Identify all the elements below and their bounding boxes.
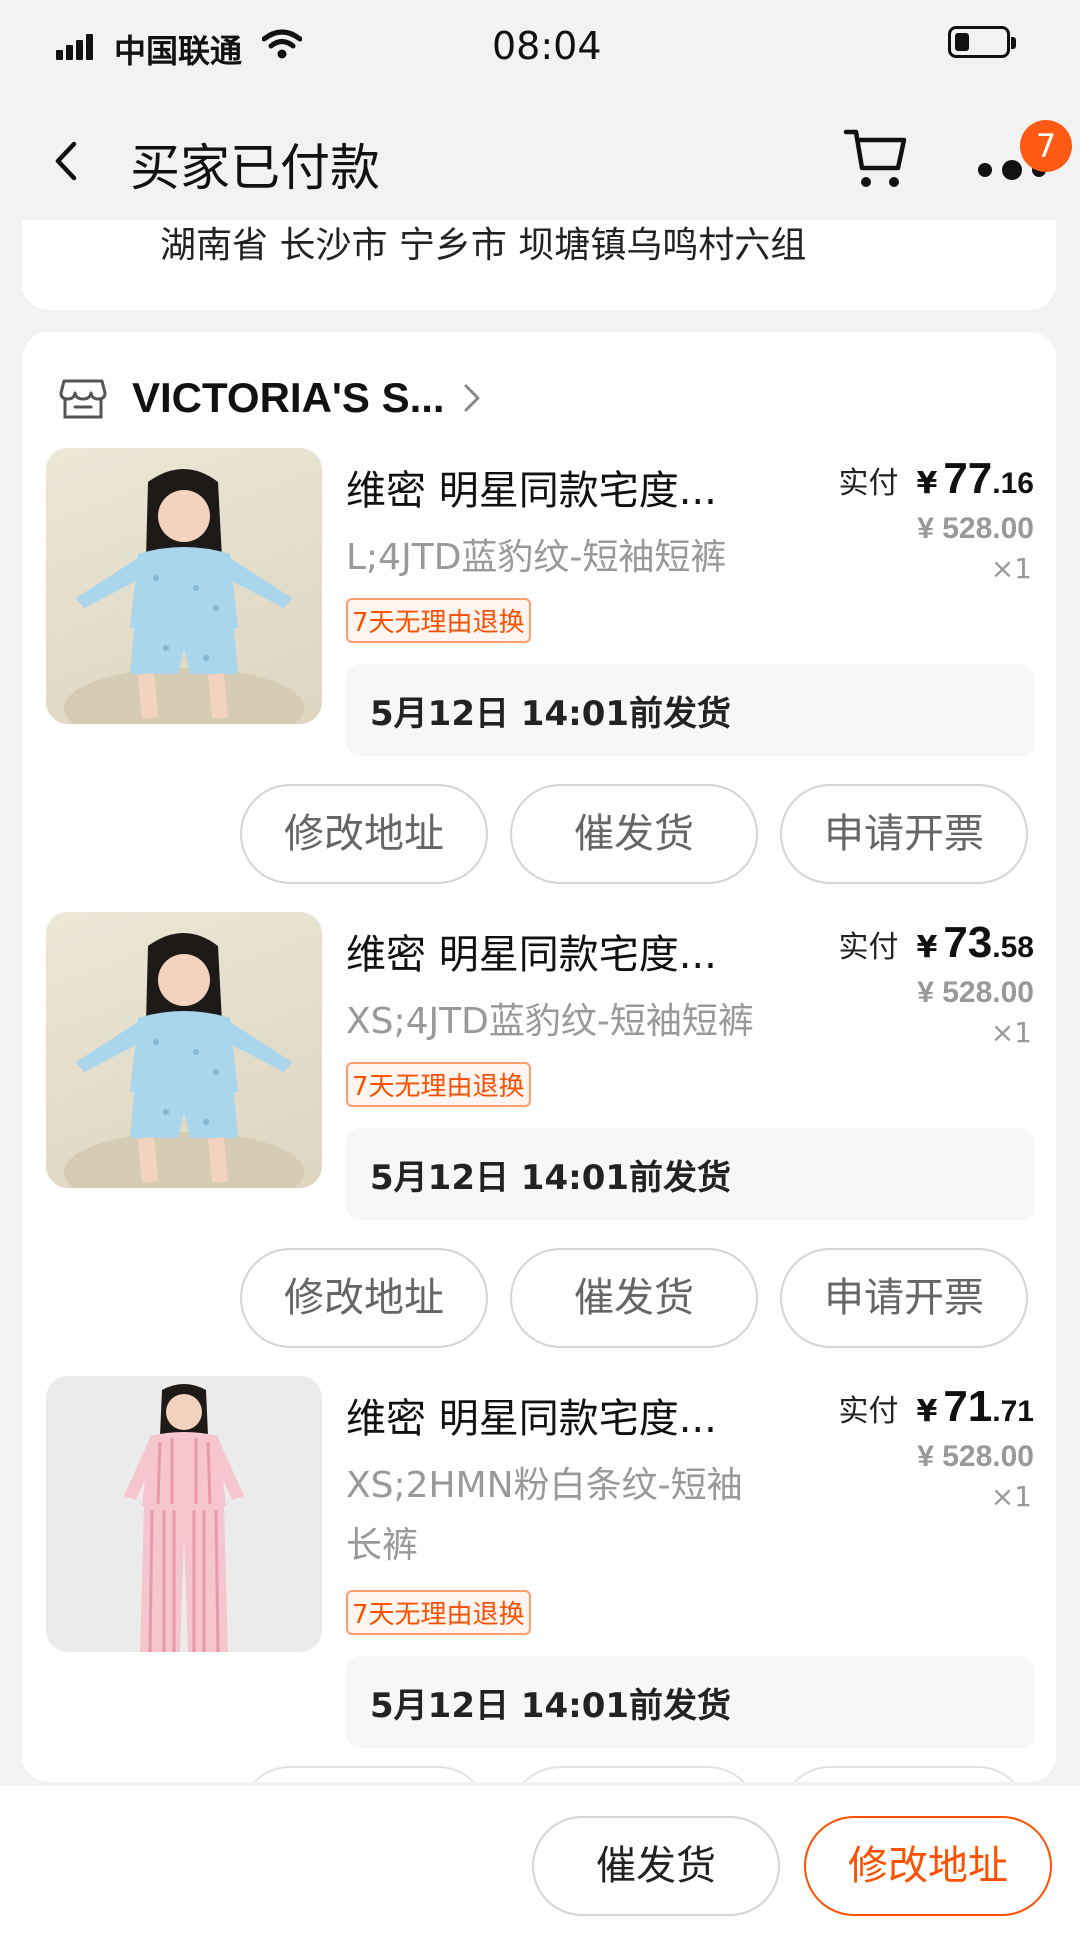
paid-currency: ¥: [916, 930, 938, 965]
product-image[interactable]: [46, 912, 322, 1188]
request-invoice-button[interactable]: 申请开票: [780, 1248, 1028, 1348]
request-invoice-button[interactable]: 申请开票: [780, 784, 1028, 884]
paid-amount-int: 77: [943, 454, 993, 503]
back-arrow-icon[interactable]: [46, 136, 86, 186]
change-address-button[interactable]: [240, 1766, 488, 1782]
shop-icon: [59, 379, 107, 419]
paid-amount-int: 71: [943, 1382, 993, 1431]
item-actions-partial: [240, 1766, 1028, 1782]
return-policy-tag: 7天无理由退换: [346, 1062, 531, 1107]
request-invoice-button[interactable]: [780, 1766, 1028, 1782]
paid-label: 实付: [838, 930, 899, 965]
battery-icon: [948, 26, 1016, 58]
change-address-button[interactable]: 修改地址: [240, 784, 488, 884]
product-sku: XS;4JTD蓝豹纹-短袖短裤: [346, 1001, 754, 1042]
item-actions: 修改地址 催发货 申请开票: [240, 1248, 1028, 1348]
remind-ship-button[interactable]: [510, 1766, 758, 1782]
quantity: ×1: [990, 1480, 1032, 1513]
notification-badge: 7: [1020, 120, 1072, 172]
original-price: ¥ 528.00: [917, 1440, 1034, 1473]
change-address-button[interactable]: 修改地址: [240, 1248, 488, 1348]
paid-amount-dec: .58: [992, 931, 1034, 964]
quantity: ×1: [990, 1016, 1032, 1049]
original-price: ¥ 528.00: [917, 976, 1034, 1009]
item-actions: 修改地址 催发货 申请开票: [240, 784, 1028, 884]
bottom-action-bar: 催发货 修改地址: [0, 1786, 1080, 1944]
nav-bar: 买家已付款 7: [0, 100, 1080, 220]
remind-ship-button[interactable]: 催发货: [510, 1248, 758, 1348]
more-menu-button[interactable]: 7: [970, 120, 1072, 198]
signal-icon: [56, 34, 96, 60]
change-address-button[interactable]: 修改地址: [804, 1816, 1052, 1916]
ship-deadline-text: 5月12日 14:01前发货: [370, 694, 732, 734]
return-policy-tag: 7天无理由退换: [346, 598, 531, 643]
quantity: ×1: [990, 552, 1032, 585]
remind-ship-button[interactable]: 催发货: [532, 1816, 780, 1916]
cart-icon[interactable]: [842, 124, 910, 192]
status-bar: 中国联通 08:04: [0, 0, 1080, 100]
original-price: ¥ 528.00: [917, 512, 1034, 545]
ship-deadline: 5月12日 14:01前发货: [346, 1128, 1034, 1220]
product-sku: L;4JTD蓝豹纹-短袖短裤: [346, 537, 727, 578]
ship-deadline-text: 5月12日 14:01前发货: [370, 1686, 732, 1726]
ship-deadline-text: 5月12日 14:01前发货: [370, 1158, 732, 1198]
product-title[interactable]: 维密 明星同款宅度...: [346, 1386, 717, 1444]
product-title[interactable]: 维密 明星同款宅度...: [346, 922, 717, 980]
order-card: VICTORIA'S S... 维密 明星同款宅度... L;4JTD蓝豹纹-短…: [22, 332, 1056, 1782]
carrier-label: 中国联通: [114, 32, 243, 70]
address-text: 湖南省 长沙市 宁乡市 坝塘镇乌鸣村六组: [160, 225, 807, 266]
paid-label: 实付: [838, 466, 899, 501]
paid-currency: ¥: [916, 466, 938, 501]
paid-label: 实付: [838, 1394, 899, 1429]
shop-header[interactable]: VICTORIA'S S...: [58, 368, 483, 428]
paid-price: 实付 ¥ 73 .58: [838, 918, 1034, 968]
return-policy-tag: 7天无理由退换: [346, 1590, 531, 1635]
wifi-icon: [262, 29, 302, 59]
paid-amount-dec: .71: [992, 1395, 1034, 1428]
product-title[interactable]: 维密 明星同款宅度...: [346, 458, 717, 516]
paid-price: 实付 ¥ 77 .16: [838, 454, 1034, 504]
page-title: 买家已付款: [130, 139, 380, 197]
chevron-right-icon: [464, 384, 480, 412]
product-image[interactable]: [46, 1376, 322, 1652]
paid-amount-dec: .16: [992, 467, 1034, 500]
paid-currency: ¥: [916, 1394, 938, 1429]
shop-name: VICTORIA'S S...: [132, 374, 445, 421]
product-sku: XS;2HMN粉白条纹-短袖长裤: [346, 1465, 743, 1566]
ship-deadline: 5月12日 14:01前发货: [346, 664, 1034, 756]
remind-ship-button[interactable]: 催发货: [510, 784, 758, 884]
paid-amount-int: 73: [943, 918, 993, 967]
product-image[interactable]: [46, 448, 322, 724]
paid-price: 实付 ¥ 71 .71: [838, 1382, 1034, 1432]
clock: 08:04: [492, 24, 602, 68]
ship-deadline: 5月12日 14:01前发货: [346, 1656, 1034, 1748]
